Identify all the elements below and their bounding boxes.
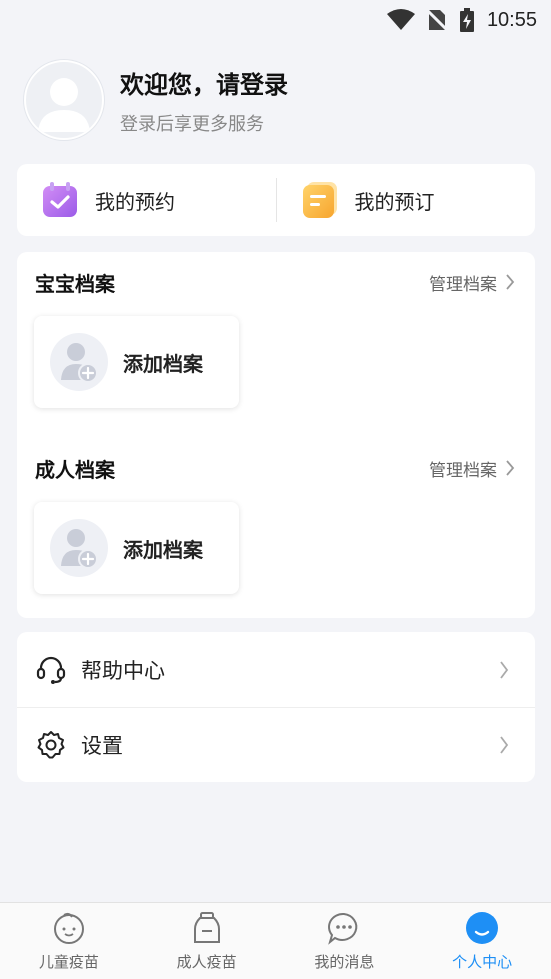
add-person-icon [50,519,108,577]
adult-archive-header: 成人档案 管理档案 [35,453,515,483]
settings-item[interactable]: 设置 [17,707,535,782]
default-avatar-icon [38,78,90,132]
add-adult-archive-label: 添加档案 [123,537,203,562]
baby-manage-archive-label: 管理档案 [429,274,497,295]
tab-my-messages[interactable]: 我的消息 [276,903,414,979]
tab-personal-center-label: 个人中心 [452,953,513,971]
gear-icon [35,729,67,761]
tab-personal-center[interactable]: 个人中心 [413,903,551,979]
baby-archive-header: 宝宝档案 管理档案 [35,267,515,297]
login-prompt-title[interactable]: 欢迎您，请登录 [120,65,288,100]
my-orders-button[interactable]: 我的预订 [277,164,536,236]
chevron-right-icon [500,736,509,754]
my-appointments-label: 我的预约 [95,189,175,214]
booking-card: 我的预约 我的预订 [17,164,535,236]
adult-manage-archive-label: 管理档案 [429,460,497,481]
add-adult-archive-button[interactable]: 添加档案 [34,502,239,594]
my-orders-label: 我的预订 [354,189,435,214]
person-face-icon [464,910,500,946]
help-center-item[interactable]: 帮助中心 [17,632,535,707]
chevron-right-icon [506,274,515,290]
add-person-icon [50,333,108,391]
settings-label: 设置 [81,734,123,758]
profile-header[interactable]: 欢迎您，请登录 登录后享更多服务 [24,60,527,140]
baby-face-icon [51,910,87,946]
battery-charging-icon [459,8,475,32]
adult-manage-archive-link[interactable]: 管理档案 [429,456,515,481]
add-baby-archive-label: 添加档案 [123,351,203,376]
headset-icon [35,654,67,686]
order-list-icon [302,182,337,218]
tab-child-vaccine[interactable]: 儿童疫苗 [0,903,138,979]
baby-manage-archive-link[interactable]: 管理档案 [429,270,515,295]
avatar[interactable] [24,60,104,140]
calendar-check-icon [43,182,77,217]
add-baby-archive-button[interactable]: 添加档案 [34,316,239,408]
vaccine-bottle-icon [189,910,225,946]
tab-adult-vaccine-label: 成人疫苗 [176,953,237,971]
archives-card: 宝宝档案 管理档案 添加档案 成人档案 管理档案 添加档案 [17,252,535,618]
baby-archive-title: 宝宝档案 [35,271,115,296]
help-center-label: 帮助中心 [81,658,165,683]
my-appointments-button[interactable]: 我的预约 [17,164,276,236]
login-prompt-subtitle: 登录后享更多服务 [120,113,264,135]
chevron-right-icon [506,460,515,476]
tab-adult-vaccine[interactable]: 成人疫苗 [138,903,276,979]
adult-archive-title: 成人档案 [35,457,115,482]
chat-bubble-icon [326,910,362,946]
chevron-right-icon [500,660,509,679]
bottom-tab-bar: 儿童疫苗 成人疫苗 我的消息 个人中心 [0,902,551,979]
tab-child-vaccine-label: 儿童疫苗 [38,953,99,971]
menu-card: 帮助中心 设置 [17,632,535,782]
status-bar: 10:55 [0,0,551,40]
no-sim-icon [426,8,447,32]
clock-time: 10:55 [486,8,537,31]
wifi-icon [386,9,415,31]
tab-my-messages-label: 我的消息 [314,953,375,971]
